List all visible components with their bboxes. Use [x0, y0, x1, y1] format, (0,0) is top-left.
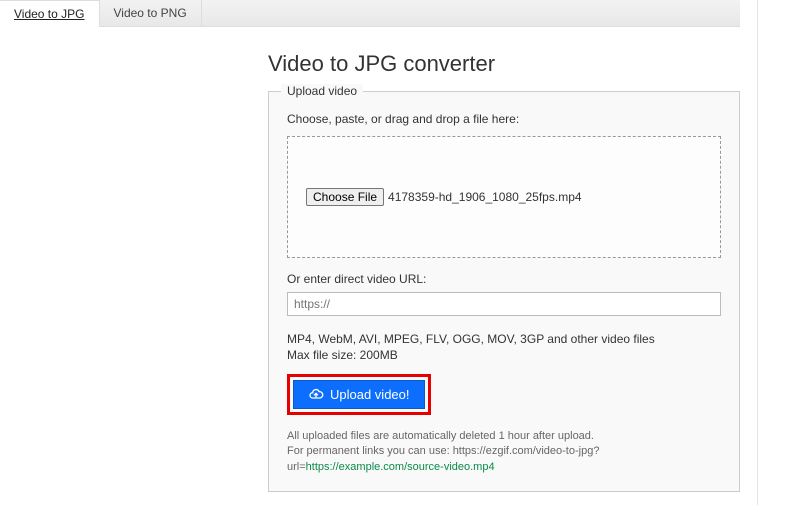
instruction-text: Choose, paste, or drag and drop a file h…: [287, 112, 721, 126]
tab-video-to-png[interactable]: Video to PNG: [100, 0, 202, 26]
url-input[interactable]: [287, 292, 721, 316]
max-file-size: Max file size: 200MB: [287, 348, 721, 362]
highlight-annotation: Upload video!: [287, 374, 431, 415]
cloud-upload-icon: [308, 388, 324, 402]
supported-formats: MP4, WebM, AVI, MPEG, FLV, OGG, MOV, 3GP…: [287, 332, 721, 346]
selected-file-name: 4178359-hd_1906_1080_25fps.mp4: [388, 190, 582, 204]
file-dropzone[interactable]: Choose File 4178359-hd_1906_1080_25fps.m…: [287, 136, 721, 258]
divider: [757, 0, 758, 505]
upload-fieldset: Upload video Choose, paste, or drag and …: [268, 91, 740, 492]
url-label: Or enter direct video URL:: [287, 272, 721, 286]
example-url-link[interactable]: https://example.com/source-video.mp4: [306, 461, 495, 473]
fine-print: All uploaded files are automatically del…: [287, 429, 721, 475]
page-title: Video to JPG converter: [268, 51, 740, 77]
upload-button-label: Upload video!: [330, 387, 410, 402]
fieldset-legend: Upload video: [281, 84, 363, 98]
main-content: Video to JPG converter Upload video Choo…: [0, 27, 800, 492]
tab-video-to-jpg[interactable]: Video to JPG: [0, 0, 100, 27]
fine-print-line1: All uploaded files are automatically del…: [287, 430, 594, 442]
upload-button[interactable]: Upload video!: [293, 380, 425, 409]
tab-bar: Video to JPG Video to PNG: [0, 0, 740, 27]
choose-file-button[interactable]: Choose File: [306, 188, 384, 206]
